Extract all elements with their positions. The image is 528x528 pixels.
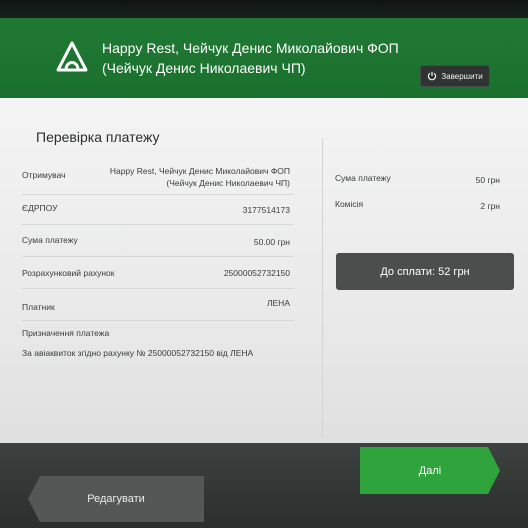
row-divider — [22, 320, 294, 321]
fee-label: Комісія — [335, 199, 364, 209]
row-divider — [22, 224, 294, 225]
column-divider — [322, 138, 323, 438]
summary-amount-value: 50 грн — [475, 175, 500, 185]
payer-label: Платник — [22, 302, 55, 312]
payment-check-panel: Перевірка платежу Отримувач Happy Rest, … — [0, 98, 528, 443]
power-icon — [428, 71, 437, 81]
account-label: Розрахунковий рахунок — [22, 268, 115, 278]
exit-button-label: Завершити — [441, 71, 483, 81]
recipient-value-line2: (Чейчук Денис Николаевич ЧП) — [166, 178, 290, 188]
summary-amount-label: Сума платежу — [335, 173, 391, 183]
merchant-name-line2: (Чейчук Денис Николаевич ЧП) — [102, 60, 306, 76]
edrpou-value: 3177514173 — [242, 205, 290, 215]
edit-button[interactable]: Редагувати — [28, 476, 204, 522]
payment-amount-value: 50.00 грн — [253, 237, 290, 247]
recipient-value-line1: Happy Rest, Чейчук Денис Миколайович ФОП — [109, 166, 290, 176]
footer: Редагувати Далі — [0, 443, 528, 528]
privatbank-logo-icon — [56, 41, 88, 72]
row-divider — [22, 194, 294, 195]
account-value: 25000052732150 — [223, 268, 290, 278]
page-title: Перевірка платежу — [36, 129, 160, 145]
edrpou-label: ЄДРПОУ — [22, 203, 58, 213]
purpose-label: Призначення платежа — [22, 328, 110, 338]
purpose-value: За авіаквиток згідно рахунку № 250000527… — [22, 348, 254, 358]
row-divider — [22, 256, 294, 257]
atm-screen: Happy Rest, Чейчук Денис Миколайович ФОП… — [0, 18, 528, 528]
row-divider — [22, 288, 294, 289]
next-button[interactable]: Далі — [360, 447, 500, 494]
total-to-pay: До сплати: 52 грн — [336, 253, 514, 290]
payer-value: ЛЕНА — [266, 298, 290, 308]
header: Happy Rest, Чейчук Денис Миколайович ФОП… — [0, 18, 528, 108]
fee-value: 2 грн — [480, 201, 500, 211]
merchant-name-line1: Happy Rest, Чейчук Денис Миколайович ФОП — [102, 40, 399, 56]
merchant-name: Happy Rest, Чейчук Денис Миколайович ФОП… — [102, 38, 402, 78]
payment-amount-label: Сума платежу — [22, 235, 78, 245]
exit-button[interactable]: Завершити — [420, 65, 490, 87]
recipient-label: Отримувач — [22, 170, 66, 180]
